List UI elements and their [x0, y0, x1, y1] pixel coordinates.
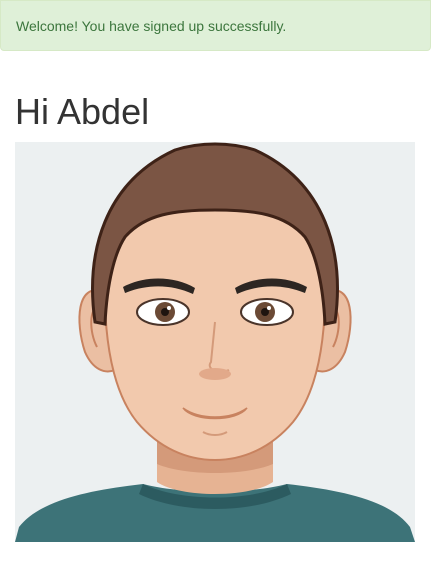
right-eye-shine	[267, 306, 271, 310]
flash-message: Welcome! You have signed up successfully…	[16, 18, 287, 34]
avatar	[15, 142, 415, 542]
flash-success-alert: Welcome! You have signed up successfully…	[0, 0, 431, 51]
nose-tip	[199, 368, 231, 380]
left-eye-shine	[167, 306, 171, 310]
page-title: Hi Abdel	[15, 91, 150, 132]
cartoon-man-avatar-icon	[15, 142, 415, 542]
